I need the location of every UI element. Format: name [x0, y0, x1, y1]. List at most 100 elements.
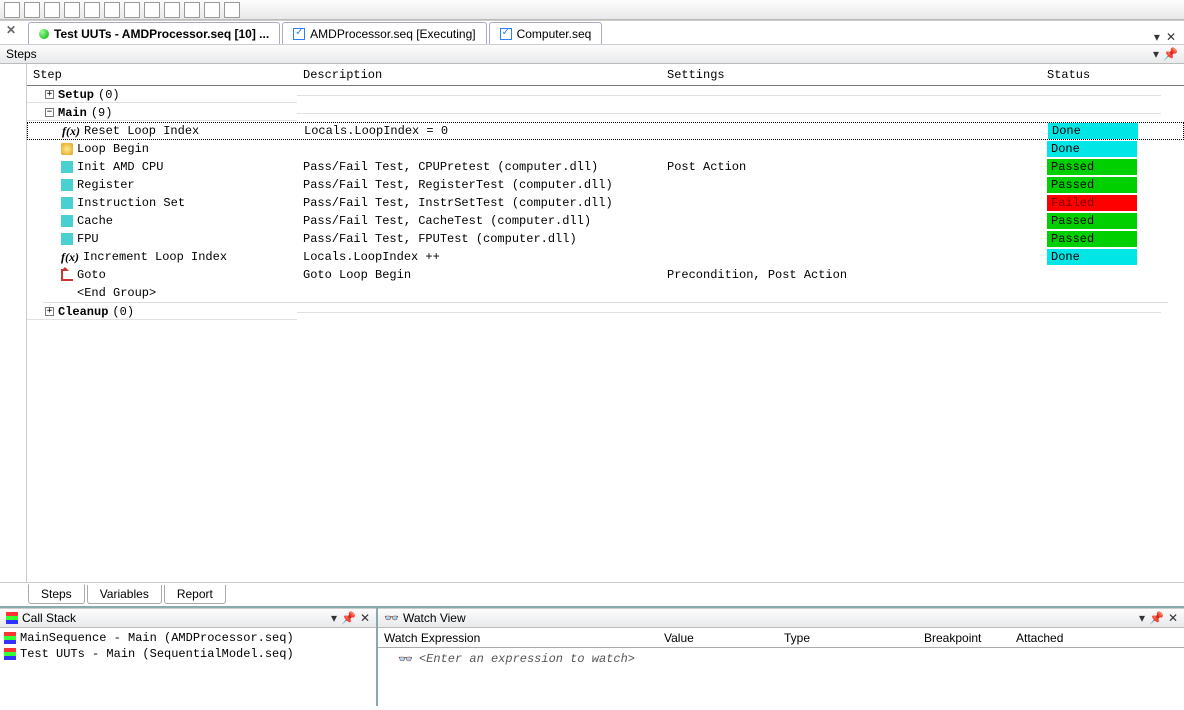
- watch-header: 👓 Watch View ▾📌✕: [378, 608, 1184, 628]
- step-name: Loop Begin: [77, 142, 149, 156]
- expander-icon[interactable]: −: [45, 108, 54, 117]
- toolbar-btn[interactable]: [104, 2, 120, 18]
- action-icon: [61, 161, 73, 173]
- toolbar-btn[interactable]: [204, 2, 220, 18]
- step-description: Locals.LoopIndex = 0: [298, 124, 662, 138]
- tab-report[interactable]: Report: [164, 585, 226, 604]
- group-cleanup[interactable]: + Cleanup (0): [27, 305, 297, 320]
- tab-variables[interactable]: Variables: [87, 585, 162, 604]
- close-icon[interactable]: ✕: [6, 23, 16, 37]
- step-status: Passed: [1041, 177, 1161, 193]
- step-description: Pass/Fail Test, CPUPretest (computer.dll…: [297, 160, 661, 174]
- expander-icon[interactable]: +: [45, 90, 54, 99]
- main-toolbar: [0, 0, 1184, 20]
- step-status: Done: [1041, 249, 1161, 265]
- callstack-pane: Call Stack ▾📌✕ MainSequence - Main (AMDP…: [0, 608, 378, 706]
- toolbar-btn[interactable]: [64, 2, 80, 18]
- group-count: (0): [112, 305, 134, 319]
- group-count: (9): [91, 106, 113, 120]
- group-setup[interactable]: +Setup (0): [27, 88, 297, 103]
- close-icon[interactable]: ✕: [360, 611, 370, 625]
- watch-title: Watch View: [403, 611, 466, 625]
- step-name: Init AMD CPU: [77, 160, 163, 174]
- toolbar-btn[interactable]: [124, 2, 140, 18]
- step-row[interactable]: f(x)Increment Loop IndexLocals.LoopIndex…: [27, 248, 1184, 266]
- tab-label: Computer.seq: [517, 27, 592, 41]
- callstack-row[interactable]: Test UUTs - Main (SequentialModel.seq): [4, 646, 372, 662]
- toolbar-btn[interactable]: [24, 2, 40, 18]
- callstack-text: Test UUTs - Main (SequentialModel.seq): [20, 647, 294, 661]
- step-row[interactable]: <End Group>: [27, 284, 1184, 302]
- callstack-row[interactable]: MainSequence - Main (AMDProcessor.seq): [4, 630, 372, 646]
- bottom-tabstrip: Steps Variables Report: [0, 582, 1184, 606]
- step-description: Pass/Fail Test, RegisterTest (computer.d…: [297, 178, 661, 192]
- step-name: <End Group>: [77, 286, 156, 300]
- tab-steps[interactable]: Steps: [28, 584, 85, 604]
- callstack-list[interactable]: MainSequence - Main (AMDProcessor.seq) Te…: [0, 628, 376, 706]
- expander-icon[interactable]: +: [45, 307, 54, 316]
- step-status: Passed: [1041, 213, 1161, 229]
- step-name: Increment Loop Index: [83, 250, 227, 264]
- step-description: Pass/Fail Test, FPUTest (computer.dll): [297, 232, 661, 246]
- steps-list[interactable]: +Setup (0) −Main (9)f(x)Reset Loop IndexL…: [27, 86, 1184, 582]
- col-step[interactable]: Step: [27, 68, 297, 82]
- watch-columns: Watch Expression Value Type Breakpoint A…: [378, 628, 1184, 648]
- pin-icon[interactable]: 📌: [1163, 47, 1178, 61]
- toolbar-btn[interactable]: [224, 2, 240, 18]
- stack-icon: [4, 632, 16, 644]
- col-expr[interactable]: Watch Expression: [378, 631, 658, 645]
- tab-testuuts[interactable]: Test UUTs - AMDProcessor.seq [10] ...: [28, 22, 280, 44]
- group-label: Cleanup: [58, 305, 108, 319]
- callstack-text: MainSequence - Main (AMDProcessor.seq): [20, 631, 294, 645]
- step-status: Done: [1041, 141, 1161, 157]
- step-row[interactable]: Init AMD CPU Pass/Fail Test, CPUPretest (…: [27, 158, 1184, 176]
- running-icon: [39, 29, 49, 39]
- toolbar-btn[interactable]: [144, 2, 160, 18]
- pane-title: Steps: [6, 47, 37, 61]
- pin-icon[interactable]: 📌: [341, 611, 356, 625]
- step-row[interactable]: Loop Begin Done: [27, 140, 1184, 158]
- step-row[interactable]: CachePass/Fail Test, CacheTest (computer…: [27, 212, 1184, 230]
- toolbar-btn[interactable]: [84, 2, 100, 18]
- column-headers: Step Description Settings Status: [27, 64, 1184, 86]
- col-breakpoint[interactable]: Breakpoint: [918, 631, 1010, 645]
- dropdown-icon[interactable]: ▾: [1139, 611, 1145, 625]
- col-type[interactable]: Type: [778, 631, 918, 645]
- pin-icon[interactable]: 📌: [1149, 611, 1164, 625]
- close-icon[interactable]: ✕: [1166, 30, 1176, 44]
- sequence-icon: [293, 28, 305, 40]
- watch-pane: 👓 Watch View ▾📌✕ Watch Expression Value …: [378, 608, 1184, 706]
- action-icon: [61, 179, 73, 191]
- step-row[interactable]: f(x)Reset Loop IndexLocals.LoopIndex = 0…: [27, 122, 1184, 140]
- col-attached[interactable]: Attached: [1010, 631, 1090, 645]
- stack-icon: [6, 612, 18, 624]
- dropdown-icon[interactable]: ▾: [331, 611, 337, 625]
- dropdown-icon[interactable]: ▾: [1154, 30, 1160, 44]
- tab-executing[interactable]: AMDProcessor.seq [Executing]: [282, 22, 486, 44]
- steps-panel: Step Description Settings Status +Setup …: [26, 64, 1184, 582]
- step-name: FPU: [77, 232, 99, 246]
- step-description: Pass/Fail Test, InstrSetTest (computer.d…: [297, 196, 661, 210]
- step-row[interactable]: FPU Pass/Fail Test, FPUTest (computer.dll…: [27, 230, 1184, 248]
- watch-placeholder[interactable]: <Enter an expression to watch>: [419, 652, 635, 666]
- dropdown-icon[interactable]: ▾: [1153, 47, 1159, 61]
- group-main[interactable]: −Main (9): [27, 106, 297, 121]
- close-icon[interactable]: ✕: [1168, 611, 1178, 625]
- col-description[interactable]: Description: [297, 68, 661, 82]
- step-row[interactable]: RegisterPass/Fail Test, RegisterTest (co…: [27, 176, 1184, 194]
- step-settings: Precondition, Post Action: [661, 268, 1041, 282]
- watch-body[interactable]: 👓 <Enter an expression to watch>: [378, 648, 1184, 706]
- col-status[interactable]: Status: [1041, 68, 1161, 82]
- col-settings[interactable]: Settings: [661, 68, 1041, 82]
- action-icon: [61, 197, 73, 209]
- tab-computer[interactable]: Computer.seq: [489, 22, 603, 44]
- toolbar-btn[interactable]: [164, 2, 180, 18]
- col-value[interactable]: Value: [658, 631, 778, 645]
- toolbar-btn[interactable]: [184, 2, 200, 18]
- toolbar-btn[interactable]: [44, 2, 60, 18]
- step-row[interactable]: GotoGoto Loop BeginPrecondition, Post Ac…: [27, 266, 1184, 284]
- toolbar-btn[interactable]: [4, 2, 20, 18]
- step-description: Goto Loop Begin: [297, 268, 661, 282]
- step-row[interactable]: Instruction SetPass/Fail Test, InstrSetT…: [27, 194, 1184, 212]
- step-status: Passed: [1041, 159, 1161, 175]
